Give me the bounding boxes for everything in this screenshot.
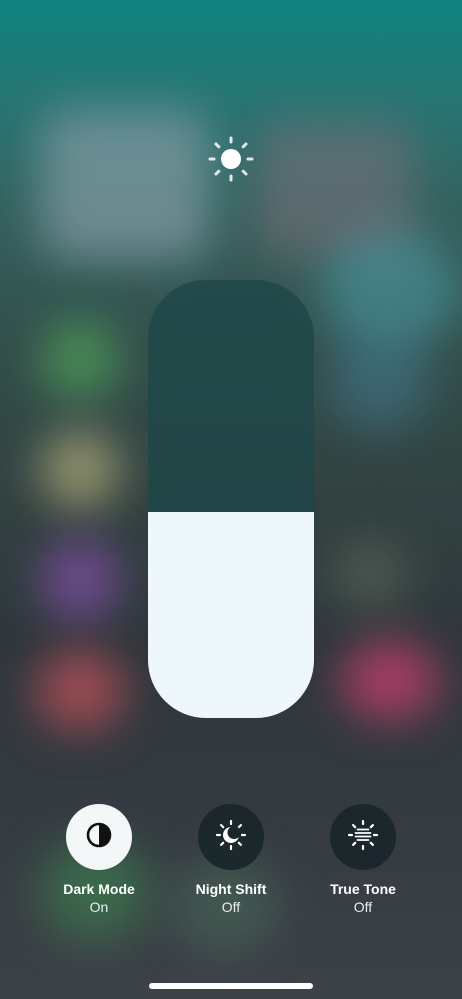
true-tone-label: True Tone bbox=[330, 881, 396, 897]
true-tone-control[interactable]: True Tone Off bbox=[303, 804, 423, 916]
brightness-slider[interactable] bbox=[148, 280, 314, 718]
dark-mode-label: Dark Mode bbox=[63, 881, 135, 897]
dark-mode-control[interactable]: Dark Mode On bbox=[39, 804, 159, 916]
sun-icon bbox=[206, 134, 256, 184]
night-shift-button[interactable] bbox=[198, 804, 264, 870]
night-shift-status: Off bbox=[221, 899, 241, 915]
home-indicator[interactable] bbox=[149, 983, 313, 989]
brightness-slider-fill bbox=[148, 512, 314, 718]
control-center-brightness-screen: Dark Mode On Night Shift Off True Tone O… bbox=[0, 0, 462, 999]
true-tone-status: Off bbox=[353, 899, 373, 915]
true-tone-button[interactable] bbox=[330, 804, 396, 870]
true-tone-icon bbox=[346, 818, 380, 857]
dark-mode-button[interactable] bbox=[66, 804, 132, 870]
dark-mode-status: On bbox=[89, 899, 109, 915]
night-shift-label: Night Shift bbox=[195, 881, 267, 897]
night-shift-control[interactable]: Night Shift Off bbox=[171, 804, 291, 916]
dark-mode-icon bbox=[84, 820, 114, 855]
night-shift-icon bbox=[214, 818, 248, 857]
